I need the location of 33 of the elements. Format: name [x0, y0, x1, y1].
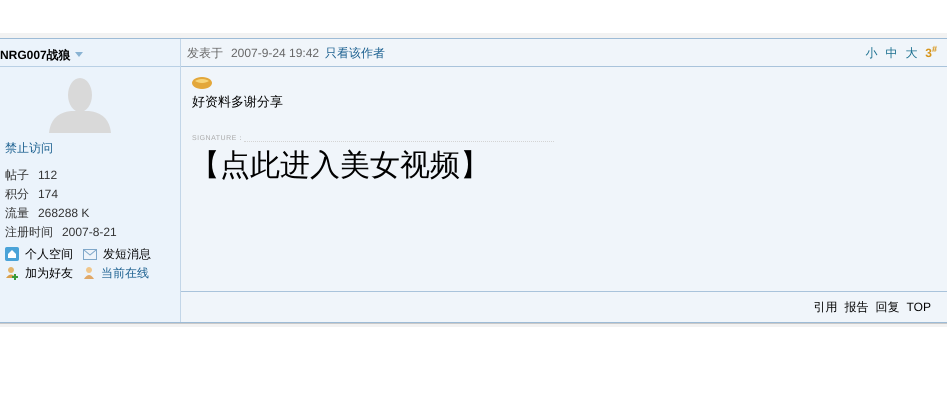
home-icon [5, 247, 19, 261]
signature-link[interactable]: 【点此进入美女视频】 [190, 148, 936, 184]
user-icon [83, 266, 95, 280]
profile-link[interactable]: 发短消息 [103, 245, 151, 263]
stat-value: 268288 K [38, 205, 90, 222]
caret-icon[interactable] [74, 52, 83, 57]
font-size-link[interactable]: 大 [905, 44, 918, 62]
stat-value: 174 [38, 186, 58, 203]
post-message: 好资料多谢分享 [192, 93, 284, 111]
stat-value: 2007-8-21 [62, 224, 117, 241]
post-action-link[interactable]: 回复 [876, 298, 900, 316]
stat-label: 积分 [5, 186, 29, 203]
add-user-icon [5, 266, 19, 280]
floor-number: 3$^{#}$ [925, 44, 937, 62]
post-action-link[interactable]: TOP [906, 298, 931, 316]
post-action-link[interactable]: 报告 [844, 298, 869, 316]
posted-label: 发表于 [187, 44, 223, 62]
profile-link[interactable]: 加为好友 [25, 264, 73, 282]
author-only-link[interactable]: 只看该作者 [325, 44, 386, 62]
post-time: 2007-9-24 19:42 [231, 44, 320, 62]
stat-label: 流量 [5, 205, 29, 222]
profile-link[interactable]: 当前在线 [101, 264, 149, 282]
avatar-icon [49, 75, 111, 133]
status-link[interactable]: 禁止访问 [5, 139, 180, 157]
stat-label: 注册时间 [5, 224, 53, 241]
font-size-link[interactable]: 小 [865, 44, 878, 62]
profile-link[interactable]: 个人空间 [25, 245, 73, 263]
font-size-link[interactable]: 中 [885, 44, 898, 62]
stat-label: 帖子 [5, 167, 29, 184]
username[interactable]: NRG007战狼 [0, 46, 71, 64]
stat-value: 112 [38, 167, 58, 184]
post-action-link[interactable]: 引用 [814, 298, 838, 316]
envelope-icon [83, 248, 97, 260]
